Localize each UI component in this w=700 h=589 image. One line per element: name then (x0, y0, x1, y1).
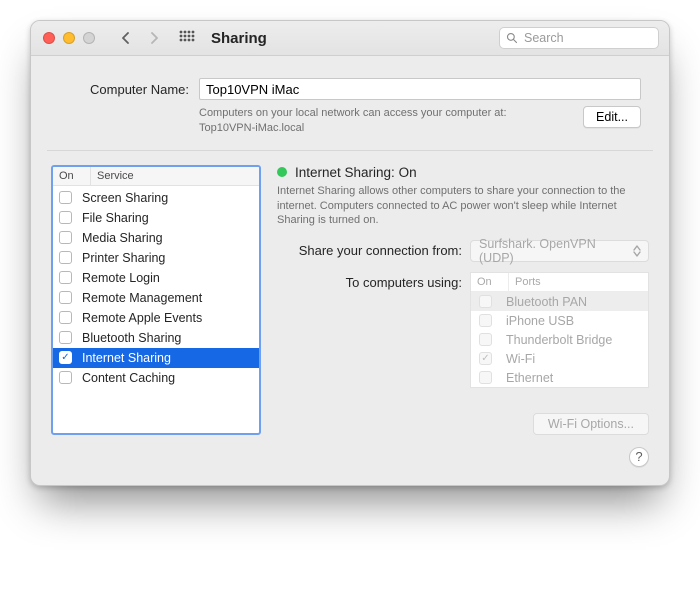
service-checkbox[interactable] (59, 351, 72, 364)
service-checkbox[interactable] (59, 211, 72, 224)
status-text: Internet Sharing: On (295, 165, 417, 180)
ports-table[interactable]: On Ports Bluetooth PAN iPhone USB Thunderb… (470, 272, 649, 388)
popup-arrows-icon (630, 243, 644, 259)
port-row[interactable]: iPhone USB (471, 311, 648, 330)
service-label: Bluetooth Sharing (82, 331, 181, 345)
help-button[interactable]: ? (629, 447, 649, 467)
port-checkbox[interactable] (479, 333, 492, 346)
services-list: Screen Sharing File Sharing Media Sharing P… (53, 186, 259, 433)
service-label: Screen Sharing (82, 191, 168, 205)
divider (47, 150, 653, 151)
service-row[interactable]: Remote Login (53, 268, 259, 288)
computer-name-input[interactable] (199, 78, 641, 100)
chevron-right-icon (149, 32, 159, 44)
close-button[interactable] (43, 32, 55, 44)
port-row[interactable]: Wi-Fi (471, 349, 648, 368)
col-service-header: Service (91, 167, 259, 185)
service-checkbox[interactable] (59, 331, 72, 344)
ports-header: On Ports (471, 273, 648, 292)
to-computers-label: To computers using: (277, 272, 462, 290)
services-header: On Service (53, 167, 259, 186)
toolbar: Sharing (31, 21, 669, 56)
columns: On Service Screen Sharing File Sharing Med… (51, 165, 649, 435)
service-row[interactable]: Media Sharing (53, 228, 259, 248)
nav-buttons (113, 27, 167, 49)
service-checkbox[interactable] (59, 311, 72, 324)
hint-line-1: Computers on your local network can acce… (199, 107, 507, 119)
service-checkbox[interactable] (59, 291, 72, 304)
sharing-prefpane-window: Sharing Computer Name: Computers on your… (30, 20, 670, 486)
service-label: Remote Apple Events (82, 311, 202, 325)
computer-name-row: Computer Name: (59, 78, 641, 100)
service-row[interactable]: Printer Sharing (53, 248, 259, 268)
service-checkbox[interactable] (59, 251, 72, 264)
services-table[interactable]: On Service Screen Sharing File Sharing Med… (51, 165, 261, 435)
ports-col-ports: Ports (509, 273, 648, 291)
service-label: Remote Management (82, 291, 202, 305)
port-label: Thunderbolt Bridge (506, 333, 612, 347)
port-checkbox[interactable] (479, 314, 492, 327)
port-row[interactable]: Thunderbolt Bridge (471, 330, 648, 349)
status-indicator-icon (277, 167, 287, 177)
share-from-label: Share your connection from: (277, 240, 462, 258)
minimize-button[interactable] (63, 32, 75, 44)
service-row[interactable]: Bluetooth Sharing (53, 328, 259, 348)
service-checkbox[interactable] (59, 191, 72, 204)
forward-button[interactable] (141, 27, 167, 49)
service-label: Printer Sharing (82, 251, 165, 265)
show-all-icon[interactable] (179, 30, 195, 46)
share-from-popup[interactable]: Surfshark. OpenVPN (UDP) (470, 240, 649, 262)
ports-col-on: On (471, 273, 509, 291)
service-row[interactable]: Screen Sharing (53, 188, 259, 208)
service-row[interactable]: File Sharing (53, 208, 259, 228)
chevron-left-icon (121, 32, 131, 44)
ports-list: Bluetooth PAN iPhone USB Thunderbolt Bridg… (471, 292, 648, 387)
search-field[interactable] (499, 27, 659, 49)
service-row[interactable]: Content Caching (53, 368, 259, 388)
edit-hostname-button[interactable]: Edit... (583, 106, 641, 128)
to-computers-row: To computers using: On Ports Bluetooth P… (277, 272, 649, 404)
port-label: Wi-Fi (506, 352, 535, 366)
service-detail: Internet Sharing: On Internet Sharing al… (277, 165, 649, 435)
back-button[interactable] (113, 27, 139, 49)
page-title: Sharing (211, 30, 267, 47)
port-label: iPhone USB (506, 314, 574, 328)
detail-description: Internet Sharing allows other computers … (277, 184, 649, 229)
wifi-options-row: Wi-Fi Options... (277, 413, 649, 435)
service-label: Internet Sharing (82, 351, 171, 365)
service-label: File Sharing (82, 211, 149, 225)
search-input[interactable] (522, 30, 652, 46)
pane-body: Computer Name: Computers on your local n… (31, 56, 669, 485)
port-label: Ethernet (506, 371, 553, 385)
share-from-value: Surfshark. OpenVPN (UDP) (479, 237, 630, 265)
share-from-row: Share your connection from: Surfshark. O… (277, 240, 649, 262)
service-row[interactable]: Remote Management (53, 288, 259, 308)
wifi-options-button[interactable]: Wi-Fi Options... (533, 413, 649, 435)
service-checkbox[interactable] (59, 271, 72, 284)
window-controls (41, 32, 99, 44)
port-checkbox[interactable] (479, 371, 492, 384)
service-label: Media Sharing (82, 231, 163, 245)
help-row: ? (51, 447, 649, 467)
port-checkbox[interactable] (479, 352, 492, 365)
port-row[interactable]: Bluetooth PAN (471, 292, 648, 311)
hint-line-2: Top10VPN-iMac.local (199, 122, 304, 134)
computer-name-hint-row: Computers on your local network can acce… (59, 106, 641, 136)
port-label: Bluetooth PAN (506, 295, 587, 309)
port-row[interactable]: Ethernet (471, 368, 648, 387)
service-checkbox[interactable] (59, 371, 72, 384)
zoom-button[interactable] (83, 32, 95, 44)
computer-name-label: Computer Name: (59, 82, 189, 97)
service-label: Content Caching (82, 371, 175, 385)
service-label: Remote Login (82, 271, 160, 285)
status-row: Internet Sharing: On (277, 165, 649, 180)
computer-name-hint: Computers on your local network can acce… (199, 106, 573, 136)
port-checkbox[interactable] (479, 295, 492, 308)
service-checkbox[interactable] (59, 231, 72, 244)
service-row[interactable]: Remote Apple Events (53, 308, 259, 328)
search-icon (506, 32, 518, 44)
col-on-header: On (53, 167, 91, 185)
service-row[interactable]: Internet Sharing (53, 348, 259, 368)
